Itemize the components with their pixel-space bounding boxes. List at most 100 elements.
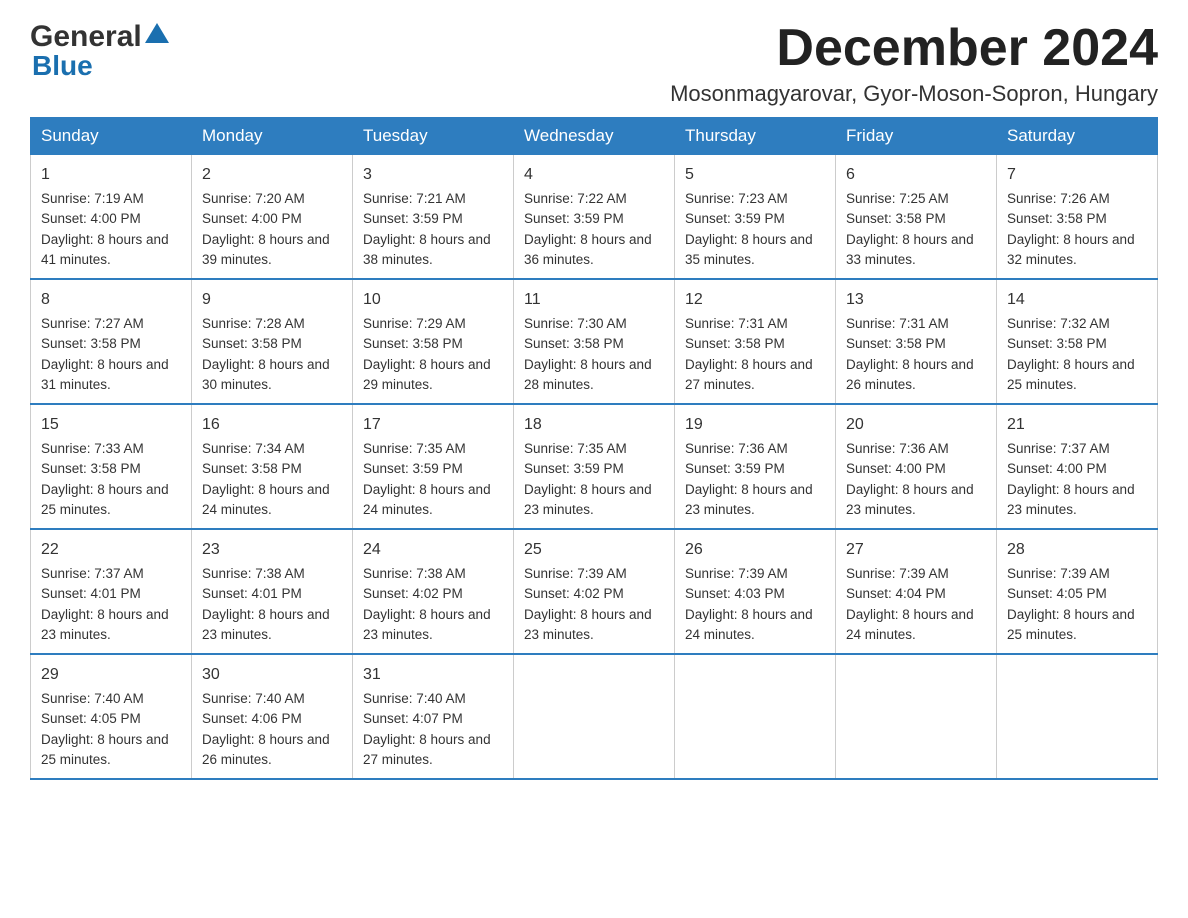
sunrise-label: Sunrise: 7:39 AM: [1007, 566, 1110, 581]
calendar-cell: 15Sunrise: 7:33 AMSunset: 3:58 PMDayligh…: [31, 404, 192, 529]
sunset-label: Sunset: 3:59 PM: [363, 461, 463, 476]
sunset-label: Sunset: 3:58 PM: [41, 336, 141, 351]
sunset-label: Sunset: 3:58 PM: [685, 336, 785, 351]
sunset-label: Sunset: 4:02 PM: [524, 586, 624, 601]
day-number: 7: [1007, 163, 1147, 187]
logo-general-text: General: [30, 20, 142, 54]
sunset-label: Sunset: 4:03 PM: [685, 586, 785, 601]
sunrise-label: Sunrise: 7:39 AM: [846, 566, 949, 581]
calendar-cell: 28Sunrise: 7:39 AMSunset: 4:05 PMDayligh…: [997, 529, 1158, 654]
sunset-label: Sunset: 4:04 PM: [846, 586, 946, 601]
weekday-header-wednesday: Wednesday: [514, 118, 675, 155]
calendar-cell: [836, 654, 997, 779]
calendar-cell: 26 Sunrise: 7:39 AM Sunset: 4:03 PM Dayligh…: [675, 529, 836, 654]
daylight-label: Daylight: 8 hours and 24 minutes.: [202, 482, 330, 517]
calendar-cell: 8Sunrise: 7:27 AMSunset: 3:58 PMDaylight…: [31, 279, 192, 404]
sunset-label: Sunset: 4:00 PM: [846, 461, 946, 476]
sunrise-label: Sunrise: 7:35 AM: [363, 441, 466, 456]
sunset-label: Sunset: 4:01 PM: [41, 586, 141, 601]
day-number: 28: [1007, 538, 1147, 562]
daylight-label: Daylight: 8 hours and 23 minutes.: [524, 607, 652, 642]
sunset-label: Sunset: 3:58 PM: [202, 461, 302, 476]
calendar-cell: 17Sunrise: 7:35 AMSunset: 3:59 PMDayligh…: [353, 404, 514, 529]
daylight-label: Daylight: 8 hours and 24 minutes.: [685, 607, 813, 642]
sunset-label: Sunset: 3:58 PM: [1007, 336, 1107, 351]
calendar-table: SundayMondayTuesdayWednesdayThursdayFrid…: [30, 117, 1158, 780]
daylight-label: Daylight: 8 hours and 26 minutes.: [202, 732, 330, 767]
daylight-label: Daylight: 8 hours and 23 minutes.: [41, 607, 169, 642]
weekday-header-saturday: Saturday: [997, 118, 1158, 155]
calendar-cell: 23Sunrise: 7:38 AMSunset: 4:01 PMDayligh…: [192, 529, 353, 654]
sunrise-label: Sunrise: 7:40 AM: [202, 691, 305, 706]
day-number: 31: [363, 663, 503, 687]
day-number: 24: [363, 538, 503, 562]
sunset-label: Sunset: 4:00 PM: [41, 211, 141, 226]
sunset-label: Sunset: 3:58 PM: [524, 336, 624, 351]
daylight-label: Daylight: 8 hours and 33 minutes.: [846, 232, 974, 267]
sunrise-label: Sunrise: 7:21 AM: [363, 191, 466, 206]
daylight-label: Daylight: 8 hours and 27 minutes.: [363, 732, 491, 767]
daylight-label: Daylight: 8 hours and 29 minutes.: [363, 357, 491, 392]
sunset-label: Sunset: 4:07 PM: [363, 711, 463, 726]
day-number: 16: [202, 413, 342, 437]
daylight-label: Daylight: 8 hours and 30 minutes.: [202, 357, 330, 392]
sunset-label: Sunset: 4:01 PM: [202, 586, 302, 601]
sunset-label: Sunset: 3:59 PM: [685, 461, 785, 476]
calendar-cell: 22Sunrise: 7:37 AMSunset: 4:01 PMDayligh…: [31, 529, 192, 654]
logo-blue-text: Blue: [32, 50, 93, 82]
calendar-cell: 27 Sunrise: 7:39 AM Sunset: 4:04 PM Dayligh…: [836, 529, 997, 654]
sunrise-label: Sunrise: 7:34 AM: [202, 441, 305, 456]
sunrise-label: Sunrise: 7:22 AM: [524, 191, 627, 206]
sunset-label: Sunset: 3:58 PM: [41, 461, 141, 476]
calendar-cell: 25Sunrise: 7:39 AMSunset: 4:02 PMDayligh…: [514, 529, 675, 654]
calendar-week-row: 29Sunrise: 7:40 AMSunset: 4:05 PMDayligh…: [31, 654, 1158, 779]
calendar-cell: 9Sunrise: 7:28 AMSunset: 3:58 PMDaylight…: [192, 279, 353, 404]
day-number: 18: [524, 413, 664, 437]
sunset-label: Sunset: 3:58 PM: [202, 336, 302, 351]
sunset-label: Sunset: 4:05 PM: [1007, 586, 1107, 601]
calendar-cell: [997, 654, 1158, 779]
day-number: 9: [202, 288, 342, 312]
day-number: 17: [363, 413, 503, 437]
daylight-label: Daylight: 8 hours and 41 minutes.: [41, 232, 169, 267]
day-number: 23: [202, 538, 342, 562]
day-number: 21: [1007, 413, 1147, 437]
day-number: 11: [524, 288, 664, 312]
sunrise-label: Sunrise: 7:20 AM: [202, 191, 305, 206]
calendar-week-row: 1Sunrise: 7:19 AMSunset: 4:00 PMDaylight…: [31, 155, 1158, 280]
calendar-cell: [514, 654, 675, 779]
sunrise-label: Sunrise: 7:38 AM: [363, 566, 466, 581]
calendar-cell: 31Sunrise: 7:40 AMSunset: 4:07 PMDayligh…: [353, 654, 514, 779]
calendar-cell: 12Sunrise: 7:31 AMSunset: 3:58 PMDayligh…: [675, 279, 836, 404]
daylight-label: Daylight: 8 hours and 24 minutes.: [846, 607, 974, 642]
sunrise-label: Sunrise: 7:37 AM: [1007, 441, 1110, 456]
daylight-label: Daylight: 8 hours and 31 minutes.: [41, 357, 169, 392]
daylight-label: Daylight: 8 hours and 27 minutes.: [685, 357, 813, 392]
sunrise-label: Sunrise: 7:31 AM: [685, 316, 788, 331]
calendar-cell: 18Sunrise: 7:35 AMSunset: 3:59 PMDayligh…: [514, 404, 675, 529]
day-number: 26: [685, 538, 825, 562]
daylight-label: Daylight: 8 hours and 23 minutes.: [363, 607, 491, 642]
daylight-label: Daylight: 8 hours and 26 minutes.: [846, 357, 974, 392]
calendar-cell: 24Sunrise: 7:38 AMSunset: 4:02 PMDayligh…: [353, 529, 514, 654]
day-number: 5: [685, 163, 825, 187]
sunrise-label: Sunrise: 7:27 AM: [41, 316, 144, 331]
month-year-title: December 2024: [670, 20, 1158, 77]
daylight-label: Daylight: 8 hours and 39 minutes.: [202, 232, 330, 267]
weekday-header-tuesday: Tuesday: [353, 118, 514, 155]
sunrise-label: Sunrise: 7:36 AM: [846, 441, 949, 456]
daylight-label: Daylight: 8 hours and 25 minutes.: [1007, 357, 1135, 392]
daylight-label: Daylight: 8 hours and 36 minutes.: [524, 232, 652, 267]
calendar-cell: 20Sunrise: 7:36 AMSunset: 4:00 PMDayligh…: [836, 404, 997, 529]
day-number: 27: [846, 538, 986, 562]
sunrise-label: Sunrise: 7:26 AM: [1007, 191, 1110, 206]
weekday-header-friday: Friday: [836, 118, 997, 155]
sunrise-label: Sunrise: 7:39 AM: [685, 566, 788, 581]
daylight-label: Daylight: 8 hours and 35 minutes.: [685, 232, 813, 267]
calendar-week-row: 15Sunrise: 7:33 AMSunset: 3:58 PMDayligh…: [31, 404, 1158, 529]
calendar-cell: 6Sunrise: 7:25 AMSunset: 3:58 PMDaylight…: [836, 155, 997, 280]
calendar-week-row: 8Sunrise: 7:27 AMSunset: 3:58 PMDaylight…: [31, 279, 1158, 404]
calendar-cell: 10Sunrise: 7:29 AMSunset: 3:58 PMDayligh…: [353, 279, 514, 404]
day-number: 25: [524, 538, 664, 562]
sunset-label: Sunset: 3:58 PM: [1007, 211, 1107, 226]
